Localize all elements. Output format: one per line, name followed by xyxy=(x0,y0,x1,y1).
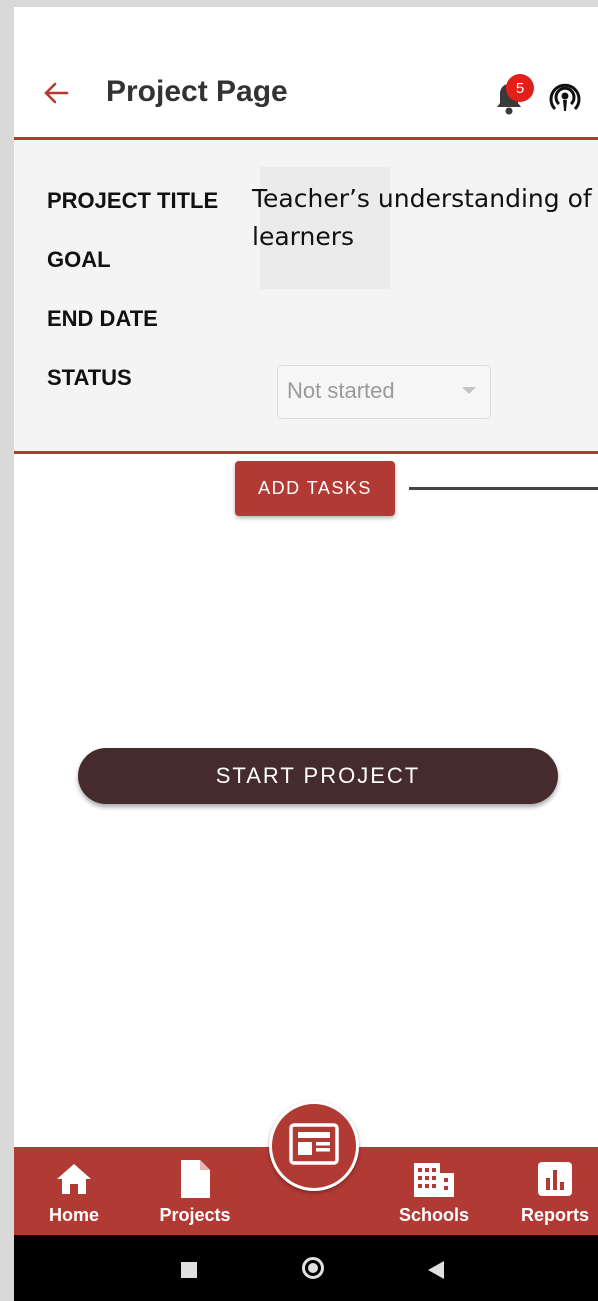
nav-label-home: Home xyxy=(48,1205,99,1225)
back-triangle-icon[interactable] xyxy=(428,1261,444,1279)
notification-badge: 5 xyxy=(506,74,534,102)
podcast-icon[interactable] xyxy=(548,81,582,115)
project-info-panel: PROJECT TITLE GOAL END DATE STATUS Teach… xyxy=(14,140,598,454)
add-tasks-button[interactable]: ADD TASKS xyxy=(235,461,395,516)
divider-line xyxy=(409,487,598,490)
center-action-button[interactable] xyxy=(269,1101,359,1191)
project-title-label: PROJECT TITLE xyxy=(47,188,219,213)
chevron-down-icon xyxy=(462,387,476,394)
home-icon xyxy=(52,1157,96,1201)
status-label: STATUS xyxy=(47,365,132,390)
nav-label-reports: Reports xyxy=(520,1205,589,1225)
nav-item-reports[interactable]: Reports xyxy=(518,1147,592,1235)
nav-label-projects: Projects xyxy=(159,1205,231,1225)
nav-item-schools[interactable]: Schools xyxy=(398,1147,470,1235)
project-title-value: Teacher’s understanding of learners xyxy=(252,184,592,251)
document-icon xyxy=(173,1157,217,1201)
status-value: Not started xyxy=(287,378,395,403)
home-circle-icon[interactable] xyxy=(302,1257,324,1279)
nav-item-projects[interactable]: Projects xyxy=(155,1147,235,1235)
newspaper-icon xyxy=(287,1121,341,1172)
status-dropdown[interactable]: Not started xyxy=(277,365,491,419)
page-title: Project Page xyxy=(106,75,288,108)
nav-item-home[interactable]: Home xyxy=(44,1147,104,1235)
bar-chart-icon xyxy=(533,1157,577,1201)
end-date-label: END DATE xyxy=(47,306,158,331)
recents-square-icon[interactable] xyxy=(181,1262,197,1278)
system-navigation-bar xyxy=(14,1235,598,1301)
phone-screen: Project Page 5 PROJECT TITLE GOAL END DA… xyxy=(14,7,598,1301)
goal-label: GOAL xyxy=(47,247,111,272)
app-bar: Project Page 5 xyxy=(14,7,598,140)
nav-label-schools: Schools xyxy=(398,1205,469,1225)
back-arrow-icon[interactable] xyxy=(40,77,72,109)
building-icon xyxy=(412,1157,456,1201)
start-project-button[interactable]: START PROJECT xyxy=(78,748,558,804)
